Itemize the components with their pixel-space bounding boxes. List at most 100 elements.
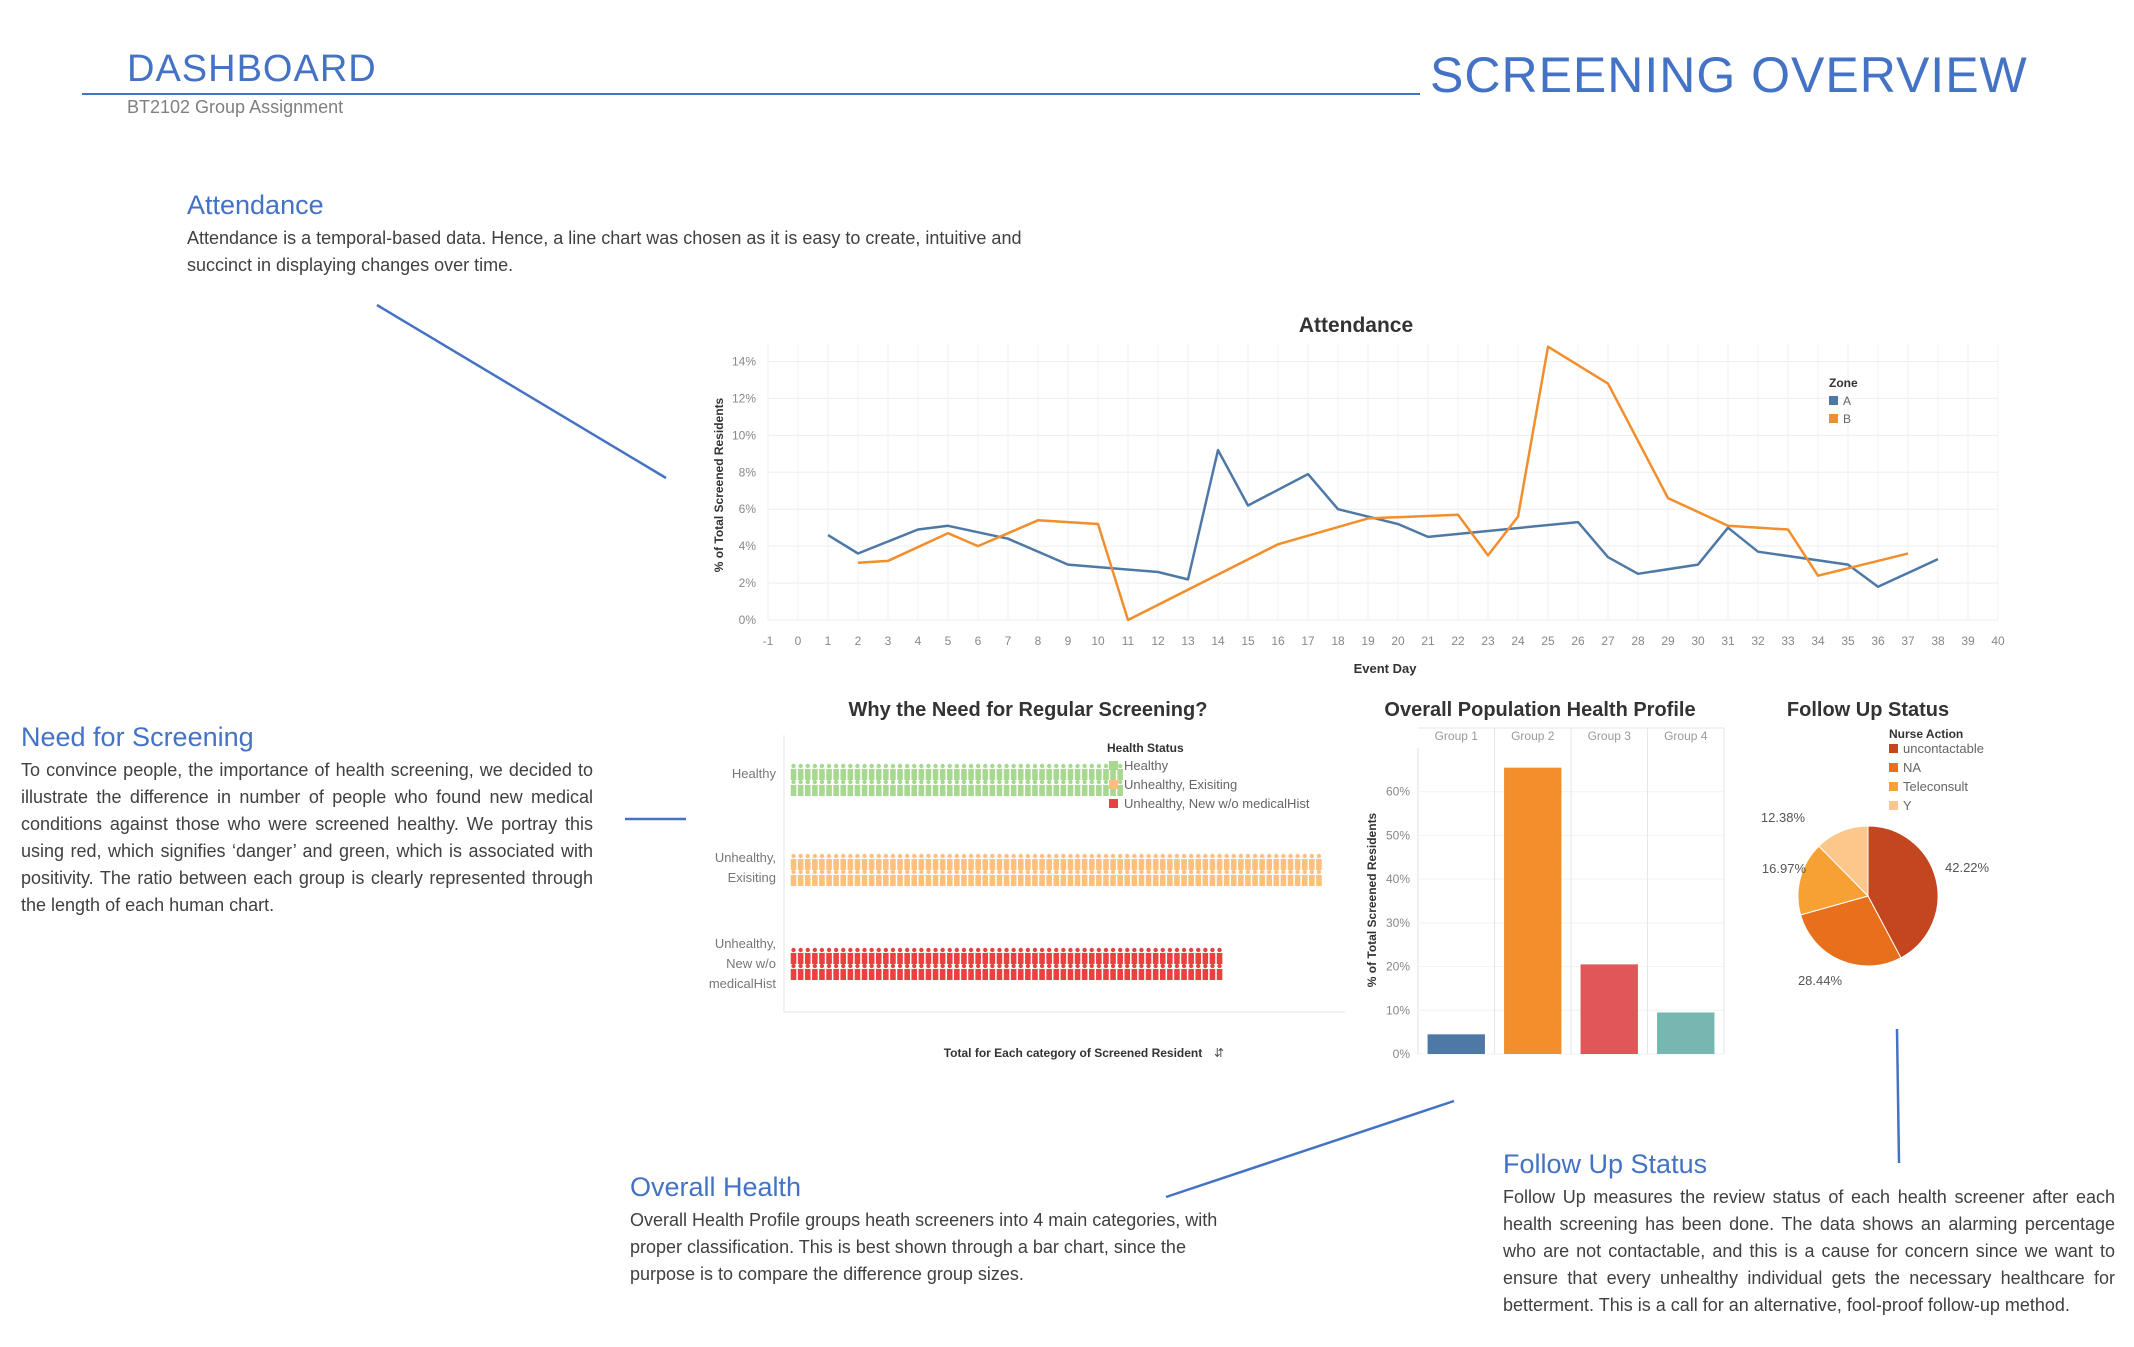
- person-icon: [912, 779, 917, 785]
- y-tick-label: 8%: [739, 465, 757, 479]
- person-icon: [904, 859, 910, 870]
- y-tick-label: 2%: [739, 576, 757, 590]
- person-icon: [1245, 859, 1251, 870]
- person-icon: [1096, 869, 1102, 875]
- person-icon: [1096, 875, 1102, 886]
- person-icon: [854, 875, 861, 886]
- person-icon: [954, 969, 960, 980]
- person-icon: [868, 785, 875, 796]
- person-icon: [1167, 853, 1173, 859]
- person-icon: [890, 953, 896, 964]
- person-icon: [862, 869, 867, 875]
- person-icon: [791, 963, 796, 969]
- person-icon: [918, 785, 925, 796]
- person-icon: [968, 853, 974, 859]
- person-icon: [1231, 869, 1236, 875]
- person-icon: [869, 853, 874, 859]
- person-icon: [1089, 779, 1094, 785]
- person-icon: [954, 875, 960, 886]
- person-icon: [1046, 763, 1052, 769]
- person-icon: [1053, 859, 1060, 870]
- person-icon: [1054, 947, 1059, 953]
- person-icon: [926, 869, 931, 875]
- person-icon: [939, 769, 946, 780]
- person-icon: [1018, 779, 1023, 785]
- person-icon: [791, 853, 796, 859]
- person-icon: [1046, 947, 1052, 953]
- person-icon: [912, 869, 917, 875]
- person-icon: [1160, 869, 1165, 875]
- y-tick-label: 12%: [732, 391, 756, 405]
- person-icon: [1046, 869, 1052, 875]
- person-icon: [1103, 859, 1109, 870]
- person-icon: [1046, 953, 1052, 964]
- person-icon: [1046, 969, 1052, 980]
- person-icon: [1074, 769, 1081, 780]
- person-icon: [996, 785, 1003, 796]
- screening-rows: Healthy Unhealthy, Exisiting Unhealthy, New …: [709, 735, 1345, 1013]
- pie-value-label: 16.97%: [1762, 861, 1807, 876]
- person-icon: [1145, 953, 1152, 964]
- x-tick-label: 40: [1991, 634, 2005, 648]
- person-icon: [1152, 875, 1159, 886]
- legend-label: Unhealthy, Exisiting: [1124, 777, 1237, 792]
- person-icon: [1238, 859, 1244, 870]
- person-icon: [812, 859, 818, 870]
- person-icon: [1309, 869, 1315, 875]
- person-icon: [926, 853, 931, 859]
- person-icon: [1017, 969, 1024, 980]
- person-icon: [1124, 969, 1131, 980]
- legend-label: uncontactable: [1903, 741, 1984, 756]
- person-icon: [1181, 953, 1187, 964]
- person-icon: [1231, 853, 1236, 859]
- person-icon: [804, 969, 811, 980]
- person-icon: [1266, 875, 1273, 886]
- person-icon: [975, 785, 981, 796]
- y-tick-label: 20%: [1386, 960, 1410, 974]
- attendance-grid: [767, 343, 1999, 621]
- person-icon: [1103, 785, 1109, 796]
- person-icon: [954, 859, 960, 870]
- person-icon: [1159, 859, 1166, 870]
- person-icon: [1103, 769, 1109, 780]
- person-icon: [1010, 875, 1017, 886]
- pictograph-row: Unhealthy, Exisiting: [715, 850, 1322, 886]
- person-icon: [1032, 779, 1038, 785]
- person-icon: [1274, 853, 1279, 859]
- person-icon: [940, 947, 945, 953]
- person-icon: [869, 947, 874, 953]
- legend-swatch-A: [1829, 396, 1838, 405]
- person-icon: [1167, 963, 1173, 969]
- person-icon: [797, 785, 804, 796]
- person-icon: [961, 779, 967, 785]
- person-icon: [1110, 869, 1116, 875]
- person-icon: [989, 953, 996, 964]
- person-icon: [897, 785, 903, 796]
- person-icon: [841, 869, 846, 875]
- person-icon: [1131, 969, 1138, 980]
- legend-label-A: A: [1843, 394, 1851, 408]
- person-icon: [975, 779, 981, 785]
- person-icon: [1017, 953, 1024, 964]
- legend-swatch: [1109, 761, 1118, 770]
- screening-legend-title: Health Status: [1107, 741, 1184, 755]
- person-icon: [1181, 963, 1187, 969]
- person-icon: [1294, 875, 1301, 886]
- person-icon: [1039, 785, 1045, 796]
- person-icon: [1167, 953, 1173, 964]
- person-icon: [862, 853, 867, 859]
- person-icon: [1160, 963, 1165, 969]
- person-icon: [940, 763, 945, 769]
- person-icon: [855, 869, 860, 875]
- person-icon: [1067, 859, 1074, 870]
- person-icon: [996, 969, 1003, 980]
- person-icon: [826, 947, 832, 953]
- person-icon: [1202, 969, 1209, 980]
- person-icon: [919, 963, 924, 969]
- person-icon: [1316, 875, 1322, 886]
- person-icon: [868, 769, 875, 780]
- person-icon: [975, 953, 981, 964]
- person-icon: [975, 859, 981, 870]
- x-tick-label: 25: [1541, 634, 1555, 648]
- person-icon: [1160, 947, 1165, 953]
